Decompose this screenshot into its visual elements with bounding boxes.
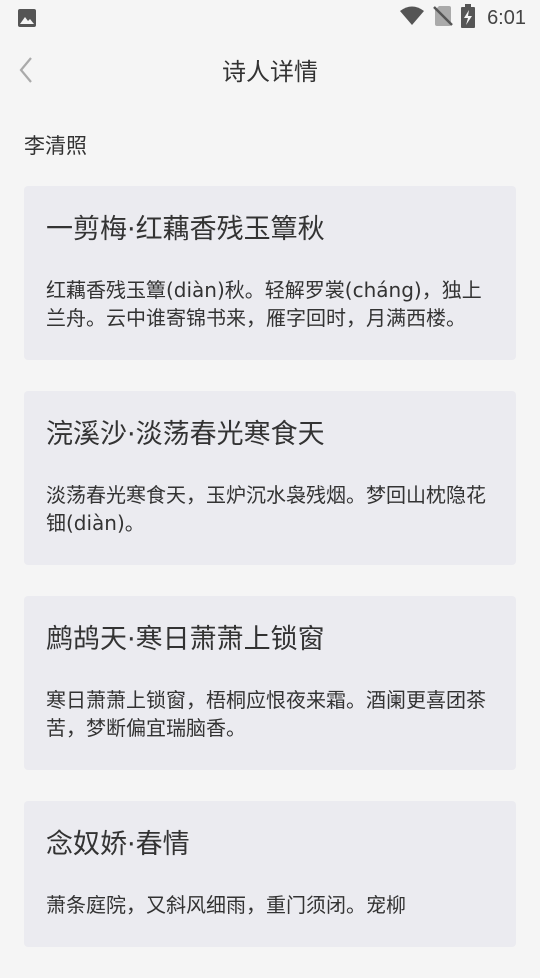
- poem-card[interactable]: 鹧鸪天·寒日萧萧上锁窗 寒日萧萧上锁窗，梧桐应恨夜来霜。酒阑更喜团茶苦，梦断偏宜…: [24, 596, 516, 770]
- poem-title: 一剪梅·红藕香残玉簟秋: [46, 214, 325, 245]
- poem-excerpt: 寒日萧萧上锁窗，梧桐应恨夜来霜。酒阑更喜团茶苦，梦断偏宜瑞脑香。: [46, 688, 486, 740]
- poem-title: 鹧鸪天·寒日萧萧上锁窗: [46, 624, 325, 655]
- poet-name: 李清照: [24, 134, 87, 158]
- poem-excerpt: 红藕香残玉簟(diàn)秋。轻解罗裳(cháng)，独上兰舟。云中谁寄锦书来，雁…: [46, 278, 482, 330]
- back-button[interactable]: [8, 50, 44, 94]
- title-bar: 诗人详情: [0, 36, 540, 108]
- chevron-left-icon: [18, 56, 34, 88]
- status-bar: 6:01: [0, 0, 540, 36]
- poem-card[interactable]: 一剪梅·红藕香残玉簟秋 红藕香残玉簟(diàn)秋。轻解罗裳(cháng)，独上…: [24, 186, 516, 360]
- poem-title: 浣溪沙·淡荡春光寒食天: [46, 419, 325, 450]
- page-title: 诗人详情: [222, 58, 318, 86]
- battery-charging-icon: [461, 4, 476, 32]
- no-sim-icon: [433, 5, 453, 31]
- wifi-icon: [399, 6, 425, 30]
- poem-excerpt: 淡荡春光寒食天，玉炉沉水袅残烟。梦回山枕隐花钿(diàn)。: [46, 483, 486, 535]
- image-icon: [17, 8, 37, 28]
- poem-card[interactable]: 浣溪沙·淡荡春光寒食天 淡荡春光寒食天，玉炉沉水袅残烟。梦回山枕隐花钿(diàn…: [24, 391, 516, 565]
- poem-excerpt: 萧条庭院，又斜风细雨，重门须闭。宠柳: [46, 893, 406, 917]
- poem-title: 念奴娇·春情: [46, 829, 190, 860]
- poem-card[interactable]: 念奴娇·春情 萧条庭院，又斜风细雨，重门须闭。宠柳: [24, 801, 516, 947]
- status-icons: 6:01: [399, 4, 526, 32]
- poem-list: 一剪梅·红藕香残玉簟秋 红藕香残玉簟(diàn)秋。轻解罗裳(cháng)，独上…: [24, 186, 516, 978]
- status-time: 6:01: [487, 6, 526, 29]
